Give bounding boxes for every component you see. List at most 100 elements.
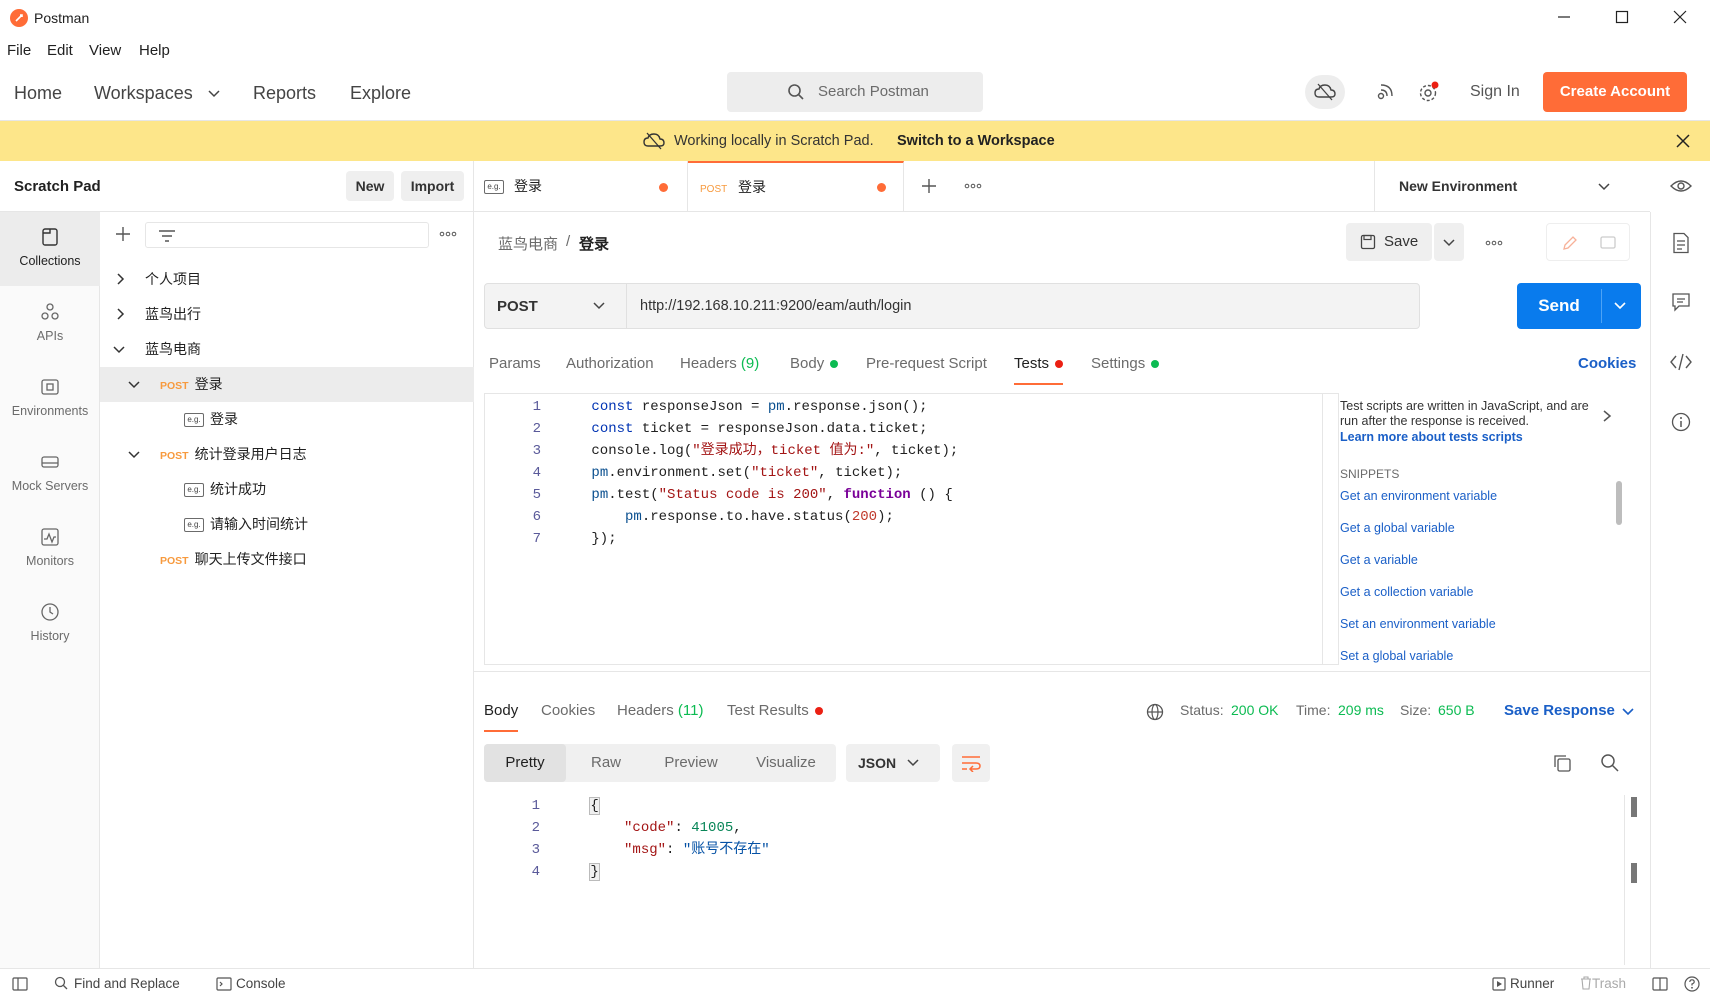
save-button[interactable]: Save — [1346, 223, 1432, 261]
nav-explore[interactable]: Explore — [350, 83, 411, 104]
tests-code-editor[interactable]: 1 const responseJson = pm.response.json(… — [484, 393, 1339, 665]
collection-item[interactable]: 个人项目 — [100, 262, 474, 297]
nav-workspaces[interactable]: Workspaces — [94, 83, 193, 104]
copy-icon[interactable] — [1552, 753, 1572, 773]
switch-workspace-link[interactable]: Switch to a Workspace — [897, 133, 1055, 149]
search-bar[interactable]: Search Postman — [727, 72, 983, 112]
new-button[interactable]: New — [346, 171, 394, 201]
example-item[interactable]: e.g. 统计成功 — [100, 472, 474, 507]
example-item[interactable]: e.g. 登录 — [100, 402, 474, 437]
new-tab-icon[interactable] — [921, 178, 937, 194]
comments-icon[interactable] — [1671, 292, 1691, 312]
close-banner-icon[interactable] — [1675, 133, 1691, 149]
response-tab-body[interactable]: Body — [484, 702, 519, 732]
globe-icon[interactable] — [1146, 703, 1164, 721]
view-mode-pretty[interactable]: Pretty — [484, 744, 566, 782]
interceptor-icon[interactable] — [1373, 82, 1395, 104]
wrap-lines-button[interactable] — [952, 744, 990, 782]
request-tab-active[interactable]: POST 登录 — [688, 161, 904, 212]
tab-authorization[interactable]: Authorization — [566, 355, 654, 385]
tab-params[interactable]: Params — [489, 355, 541, 385]
response-body-viewer[interactable]: 1 { 2 "code": 41005, 3 "msg": "账号不存在" 4 … — [484, 795, 1614, 965]
tab-headers[interactable]: Headers (9) — [680, 355, 759, 385]
response-tab-test-results[interactable]: Test Results — [727, 702, 823, 732]
menu-help[interactable]: Help — [139, 42, 170, 59]
sign-in-link[interactable]: Sign In — [1470, 83, 1520, 101]
info-icon[interactable] — [1671, 412, 1691, 432]
snippet-link[interactable]: Set an environment variable — [1340, 617, 1496, 631]
nav-reports[interactable]: Reports — [253, 83, 316, 104]
settings-gear-icon[interactable] — [1417, 80, 1441, 104]
toggle-sidebar-icon[interactable] — [12, 977, 28, 991]
response-tab-cookies[interactable]: Cookies — [541, 702, 595, 732]
sidebar-item-apis[interactable]: APIs — [0, 287, 100, 361]
collection-item[interactable]: 蓝鸟电商 — [100, 332, 474, 367]
tab-body[interactable]: Body — [790, 355, 839, 385]
console-button[interactable]: Console — [236, 976, 286, 991]
minimize-button[interactable] — [1556, 9, 1572, 25]
nav-home[interactable]: Home — [14, 83, 62, 104]
chevron-right-icon[interactable] — [1602, 409, 1612, 423]
format-select[interactable]: JSON — [846, 744, 940, 782]
breadcrumb-parent[interactable]: 蓝鸟电商 — [498, 233, 558, 254]
snippet-link[interactable]: Get a collection variable — [1340, 585, 1473, 599]
menu-file[interactable]: File — [7, 42, 31, 59]
menu-edit[interactable]: Edit — [47, 42, 73, 59]
find-replace-button[interactable]: Find and Replace — [74, 976, 180, 991]
request-more-icon[interactable] — [1484, 235, 1504, 251]
url-input[interactable]: http://192.168.10.211:9200/eam/auth/logi… — [640, 298, 911, 314]
tab-settings[interactable]: Settings — [1091, 355, 1160, 385]
comment-icon[interactable] — [1599, 234, 1617, 252]
request-item[interactable]: POST 登录 — [100, 367, 474, 402]
response-tab-headers[interactable]: Headers (11) — [617, 702, 703, 732]
sidebar-item-monitors[interactable]: Monitors — [0, 512, 100, 586]
add-collection-icon[interactable] — [115, 226, 131, 242]
sidebar-item-history[interactable]: History — [0, 587, 100, 661]
send-options-chevron-icon[interactable] — [1613, 299, 1627, 313]
environment-quick-look-icon[interactable] — [1670, 177, 1692, 195]
trash-button[interactable]: Trash — [1592, 976, 1626, 991]
tab-options-icon[interactable] — [963, 178, 983, 194]
send-button[interactable]: Send — [1517, 283, 1601, 329]
view-mode-preview[interactable]: Preview — [646, 744, 736, 782]
cookies-link[interactable]: Cookies — [1578, 355, 1636, 385]
two-pane-view-icon[interactable] — [1652, 977, 1668, 991]
snippet-link[interactable]: Get a global variable — [1340, 521, 1455, 535]
save-options-button[interactable] — [1434, 223, 1464, 261]
request-item[interactable]: POST 统计登录用户日志 — [100, 437, 474, 472]
save-response-button[interactable]: Save Response — [1504, 702, 1615, 719]
snippets-scrollbar[interactable] — [1616, 481, 1622, 525]
view-mode-raw[interactable]: Raw — [566, 744, 646, 782]
divider — [474, 671, 1650, 672]
tab-pre-request-script[interactable]: Pre-request Script — [866, 355, 987, 385]
code-snippet-icon[interactable] — [1669, 352, 1693, 372]
maximize-button[interactable] — [1614, 9, 1630, 25]
request-item[interactable]: POST 聊天上传文件接口 — [100, 542, 474, 577]
menu-view[interactable]: View — [89, 42, 121, 59]
filter-input[interactable] — [145, 222, 429, 248]
environment-selector[interactable]: New Environment — [1374, 161, 1650, 212]
request-tab[interactable]: e.g. 登录 — [474, 161, 688, 212]
snippet-link[interactable]: Get a variable — [1340, 553, 1418, 567]
more-options-icon[interactable] — [438, 226, 458, 242]
view-mode-visualize[interactable]: Visualize — [736, 744, 836, 782]
snippet-link[interactable]: Set a global variable — [1340, 649, 1453, 663]
search-icon[interactable] — [1600, 753, 1620, 773]
sync-status-button[interactable] — [1305, 75, 1345, 109]
create-account-button[interactable]: Create Account — [1543, 72, 1687, 112]
collection-item[interactable]: 蓝鸟出行 — [100, 297, 474, 332]
learn-more-link[interactable]: Learn more about tests scripts — [1340, 430, 1523, 444]
method-select[interactable]: POST — [485, 284, 627, 328]
sidebar-item-mock-servers[interactable]: Mock Servers — [0, 437, 100, 511]
runner-button[interactable]: Runner — [1510, 976, 1554, 991]
help-icon[interactable] — [1684, 976, 1700, 992]
example-item[interactable]: e.g. 请输入时间统计 — [100, 507, 474, 542]
tab-tests[interactable]: Tests — [1014, 355, 1064, 385]
pencil-icon[interactable] — [1561, 234, 1579, 252]
sidebar-item-environments[interactable]: Environments — [0, 362, 100, 436]
import-button[interactable]: Import — [401, 171, 464, 201]
documentation-icon[interactable] — [1671, 232, 1691, 254]
sidebar-item-collections[interactable]: Collections — [0, 212, 100, 286]
close-window-button[interactable] — [1672, 9, 1688, 25]
snippet-link[interactable]: Get an environment variable — [1340, 489, 1497, 503]
